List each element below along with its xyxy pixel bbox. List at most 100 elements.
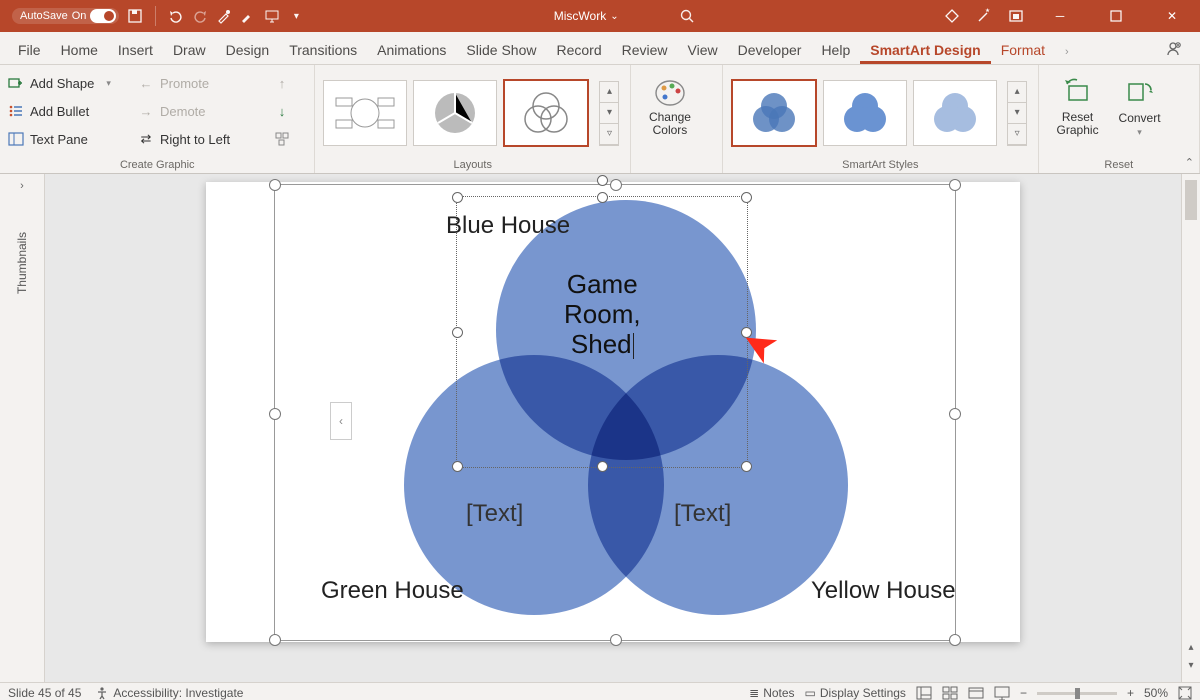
chevron-down-icon[interactable]: ▾ bbox=[288, 8, 304, 24]
view-sorter-icon[interactable] bbox=[942, 686, 958, 700]
autosave-label: AutoSave bbox=[20, 10, 68, 22]
style-option-selected[interactable] bbox=[731, 79, 817, 147]
tab-slideshow[interactable]: Slide Show bbox=[456, 36, 546, 64]
minimize-button[interactable]: ─ bbox=[1040, 0, 1080, 32]
search-icon[interactable] bbox=[679, 8, 695, 24]
chevron-down-icon: ⌄ bbox=[610, 11, 618, 22]
display-settings-button[interactable]: ▭Display Settings bbox=[805, 686, 906, 700]
tab-record[interactable]: Record bbox=[546, 36, 611, 64]
scrollbar-thumb[interactable] bbox=[1185, 180, 1197, 220]
thumbnail-rail[interactable]: › Thumbnails bbox=[0, 174, 45, 682]
text-pane-icon bbox=[8, 131, 24, 147]
gallery-scroll[interactable]: ▴▾▿ bbox=[599, 81, 619, 146]
promote-arrow-icon: ← bbox=[138, 75, 154, 91]
view-normal-icon[interactable] bbox=[916, 686, 932, 700]
promote-button[interactable]: ←Promote bbox=[138, 71, 268, 95]
style-option[interactable] bbox=[913, 80, 997, 146]
layout-option[interactable] bbox=[413, 80, 497, 146]
statusbar: Slide 45 of 45 Accessibility: Investigat… bbox=[0, 682, 1200, 700]
document-name[interactable]: MiscWork ⌄ bbox=[554, 9, 619, 23]
autosave-toggle[interactable]: AutoSave On bbox=[12, 8, 119, 24]
tab-transitions[interactable]: Transitions bbox=[279, 36, 367, 64]
next-slide-icon[interactable]: ▾ bbox=[1188, 660, 1193, 676]
undo-icon[interactable] bbox=[168, 8, 184, 24]
ribbon: Add Shape▾ Add Bullet Text Pane ←Promote… bbox=[0, 65, 1200, 174]
maximize-button[interactable] bbox=[1096, 0, 1136, 32]
tab-draw[interactable]: Draw bbox=[163, 36, 216, 64]
move-up-button[interactable]: ↑ bbox=[279, 71, 286, 95]
notes-button[interactable]: ≣Notes bbox=[749, 686, 794, 700]
venn-left-placeholder[interactable]: [Text] bbox=[466, 500, 523, 528]
palette-icon bbox=[653, 75, 687, 109]
display-icon: ▭ bbox=[805, 686, 816, 700]
tab-review[interactable]: Review bbox=[612, 36, 678, 64]
present-icon[interactable] bbox=[264, 8, 280, 24]
slide-counter[interactable]: Slide 45 of 45 bbox=[8, 686, 81, 700]
diamond-icon[interactable] bbox=[944, 8, 960, 24]
tab-help[interactable]: Help bbox=[811, 36, 860, 64]
slide-canvas-area[interactable]: ‹ Game Room, Shed [Text] [Text] bbox=[45, 174, 1181, 682]
text-pane-button[interactable]: Text Pane bbox=[8, 127, 138, 151]
redo-icon[interactable] bbox=[192, 8, 208, 24]
demote-arrow-icon: → bbox=[138, 103, 154, 119]
zoom-in-button[interactable]: + bbox=[1127, 686, 1134, 700]
group-label: SmartArt Styles bbox=[731, 157, 1029, 171]
zoom-out-button[interactable]: − bbox=[1020, 686, 1027, 700]
move-down-button[interactable]: ↓ bbox=[279, 99, 286, 123]
change-colors-button[interactable]: Change Colors bbox=[639, 69, 701, 137]
venn-label-right[interactable]: Yellow House bbox=[811, 577, 956, 605]
tab-design[interactable]: Design bbox=[216, 36, 280, 64]
thumbnails-label: Thumbnails bbox=[15, 232, 29, 294]
zoom-level[interactable]: 50% bbox=[1144, 686, 1168, 700]
venn-label-top[interactable]: Blue House bbox=[446, 212, 570, 240]
gallery-scroll[interactable]: ▴▾▿ bbox=[1007, 81, 1027, 146]
demote-button[interactable]: →Demote bbox=[138, 99, 268, 123]
rtl-button[interactable]: ⇄Right to Left bbox=[138, 127, 268, 151]
add-shape-icon bbox=[8, 75, 24, 91]
tab-smartart-design[interactable]: SmartArt Design bbox=[860, 36, 990, 64]
group-label: Layouts bbox=[323, 157, 621, 171]
zoom-slider[interactable] bbox=[1037, 692, 1117, 695]
highlighter-icon[interactable] bbox=[240, 8, 256, 24]
share-icon[interactable] bbox=[1154, 34, 1192, 64]
convert-button[interactable]: Convert ▾ bbox=[1109, 69, 1171, 138]
window-icon[interactable] bbox=[1008, 8, 1024, 24]
save-icon[interactable] bbox=[127, 8, 143, 24]
tab-overflow[interactable]: › bbox=[1055, 40, 1079, 64]
venn-label-left[interactable]: Green House bbox=[321, 577, 464, 605]
tab-insert[interactable]: Insert bbox=[108, 36, 163, 64]
tab-home[interactable]: Home bbox=[51, 36, 108, 64]
layout-option-selected[interactable] bbox=[503, 79, 589, 147]
add-bullet-button[interactable]: Add Bullet bbox=[8, 99, 138, 123]
slide[interactable]: ‹ Game Room, Shed [Text] [Text] bbox=[206, 182, 1020, 642]
collapse-ribbon-icon[interactable]: ⌃ bbox=[1185, 156, 1194, 169]
chevron-right-icon[interactable]: › bbox=[20, 180, 24, 192]
style-option[interactable] bbox=[823, 80, 907, 146]
layout-dropdown[interactable] bbox=[274, 127, 290, 151]
venn-right-placeholder[interactable]: [Text] bbox=[674, 500, 731, 528]
close-button[interactable]: ✕ bbox=[1152, 0, 1192, 32]
reset-graphic-button[interactable]: Reset Graphic bbox=[1047, 69, 1109, 137]
view-reading-icon[interactable] bbox=[968, 686, 984, 700]
convert-icon bbox=[1125, 75, 1155, 109]
fit-to-window-icon[interactable] bbox=[1178, 686, 1192, 700]
tab-developer[interactable]: Developer bbox=[728, 36, 812, 64]
tab-view[interactable]: View bbox=[678, 36, 728, 64]
tab-format[interactable]: Format bbox=[991, 36, 1055, 64]
group-label: Reset bbox=[1047, 157, 1191, 171]
add-shape-button[interactable]: Add Shape▾ bbox=[8, 71, 138, 95]
vertical-scrollbar[interactable]: ▴ ▾ bbox=[1181, 174, 1200, 682]
tab-file[interactable]: File bbox=[8, 36, 51, 64]
prev-slide-icon[interactable]: ▴ bbox=[1188, 642, 1193, 658]
rtl-icon: ⇄ bbox=[138, 131, 154, 147]
titlebar: AutoSave On ▾ MiscWork ⌄ ─ ✕ bbox=[0, 0, 1200, 32]
workspace: › Thumbnails ‹ Game Room, Shed [Text] bbox=[0, 174, 1200, 682]
autosave-state: On bbox=[72, 10, 87, 22]
tab-animations[interactable]: Animations bbox=[367, 36, 456, 64]
ribbon-tabs: File Home Insert Draw Design Transitions… bbox=[0, 32, 1200, 65]
accessibility-button[interactable]: Accessibility: Investigate bbox=[95, 686, 243, 700]
layout-option[interactable] bbox=[323, 80, 407, 146]
magic-icon[interactable] bbox=[976, 8, 992, 24]
eyedropper-icon[interactable] bbox=[216, 8, 232, 24]
view-slideshow-icon[interactable] bbox=[994, 686, 1010, 700]
